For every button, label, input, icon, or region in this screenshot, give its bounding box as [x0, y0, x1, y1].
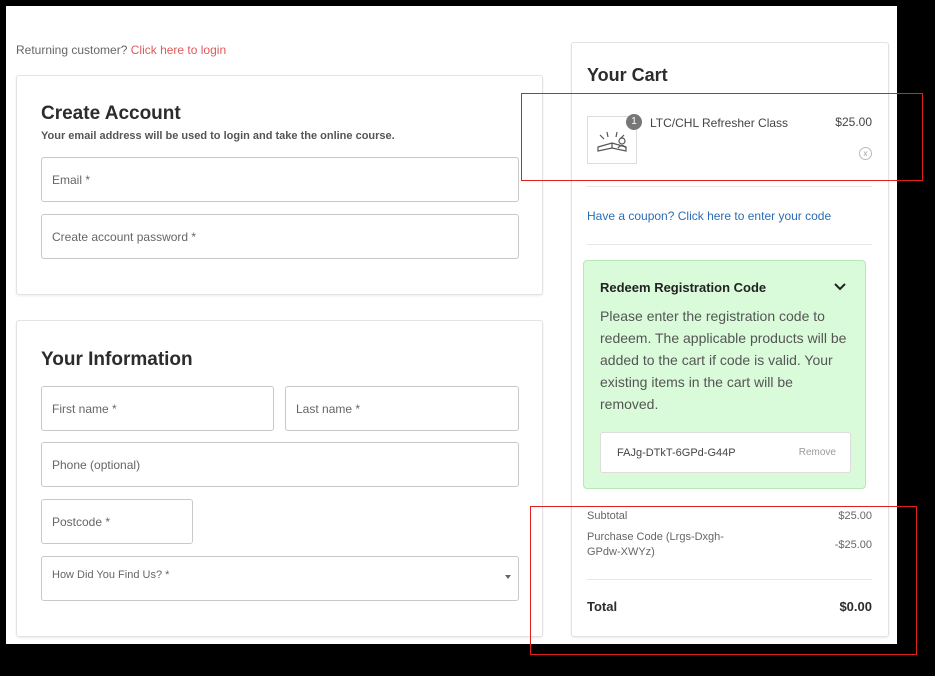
your-information-card: Your Information First name * Last name …: [16, 320, 543, 637]
first-name-label: First name *: [52, 401, 117, 416]
registration-code-box: FAJg-DTkT-6GPd-G44P Remove: [600, 432, 851, 473]
highlight-box-cart-item: [521, 93, 923, 181]
remove-code-button[interactable]: Remove: [799, 447, 836, 458]
password-field[interactable]: Create account password *: [41, 214, 519, 259]
divider: [587, 186, 872, 187]
chevron-down-icon[interactable]: [833, 279, 847, 295]
first-name-field[interactable]: First name *: [41, 386, 274, 431]
redeem-description: Please enter the registration code to re…: [600, 308, 847, 412]
how-found-select[interactable]: How Did You Find Us? *: [41, 556, 519, 601]
create-account-card: Create Account Your email address will b…: [16, 75, 543, 295]
phone-field[interactable]: Phone (optional): [41, 442, 519, 487]
redeem-title: Redeem Registration Code: [600, 280, 767, 295]
returning-customer-notice: Returning customer? Click here to login: [16, 43, 226, 57]
divider: [587, 244, 872, 245]
postcode-label: Postcode *: [52, 514, 111, 529]
dropdown-caret-icon: [505, 575, 511, 579]
create-account-subtitle: Your email address will be used to login…: [41, 130, 395, 142]
coupon-link[interactable]: Have a coupon? Click here to enter your …: [587, 209, 831, 223]
last-name-field[interactable]: Last name *: [285, 386, 519, 431]
email-field-label: Email *: [52, 172, 91, 187]
password-field-label: Create account password *: [52, 229, 197, 244]
phone-label: Phone (optional): [52, 457, 141, 472]
registration-code-value: FAJg-DTkT-6GPd-G44P: [617, 447, 736, 459]
email-field[interactable]: Email *: [41, 157, 519, 202]
login-link[interactable]: Click here to login: [131, 43, 226, 57]
your-information-title: Your Information: [41, 349, 193, 370]
returning-text: Returning customer?: [16, 43, 128, 57]
last-name-label: Last name *: [296, 401, 361, 416]
redeem-code-panel: Redeem Registration Code Please enter th…: [583, 260, 866, 489]
cart-title: Your Cart: [587, 65, 668, 85]
highlight-box-totals: [530, 506, 917, 655]
create-account-title: Create Account: [41, 103, 181, 124]
postcode-field[interactable]: Postcode *: [41, 499, 193, 544]
how-found-label: How Did You Find Us? *: [52, 569, 170, 581]
